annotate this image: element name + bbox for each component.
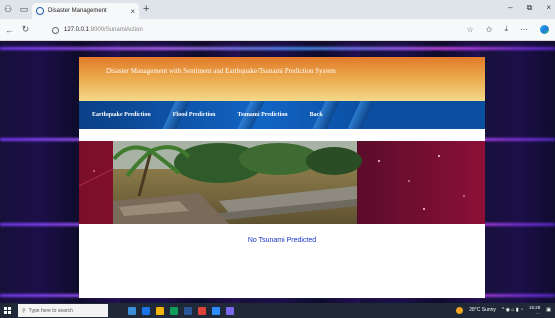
window-controls: – ⧉ × bbox=[508, 3, 551, 13]
url-path: :8000/SunamiAction bbox=[89, 27, 143, 33]
windows-icon bbox=[3, 307, 11, 314]
site-header: Disaster Management with Sentiment and E… bbox=[79, 57, 485, 101]
explorer-icon[interactable] bbox=[156, 306, 164, 315]
word-icon[interactable] bbox=[184, 306, 192, 315]
browser-tab[interactable]: Disaster Management × bbox=[32, 3, 139, 19]
main-container: Disaster Management with Sentiment and E… bbox=[79, 57, 485, 298]
clock-date: … bbox=[535, 310, 541, 315]
prediction-result: No Tsunami Predicted bbox=[247, 237, 317, 244]
globe-icon bbox=[36, 7, 44, 15]
minimize-button[interactable]: – bbox=[508, 3, 512, 13]
back-icon[interactable]: ← bbox=[3, 25, 16, 35]
maximize-button[interactable]: ⧉ bbox=[527, 3, 533, 13]
windows-taskbar: ⚲ Type here to search 28°C Sunny ^ ◉ ⌂ ▮… bbox=[0, 303, 555, 318]
chrome-icon[interactable] bbox=[198, 306, 206, 315]
store-icon[interactable] bbox=[170, 306, 178, 315]
tab-title: Disaster Management bbox=[48, 8, 107, 14]
menu-earthquake-prediction[interactable]: Earthquake Prediction bbox=[92, 112, 151, 118]
app-icon[interactable] bbox=[212, 306, 220, 315]
edge-icon[interactable] bbox=[540, 24, 549, 34]
background-glow bbox=[0, 47, 555, 50]
taskbar-apps bbox=[128, 306, 234, 315]
download-icon[interactable]: ⤓ bbox=[504, 24, 508, 34]
tab-actions-icon[interactable]: ▭ bbox=[16, 0, 32, 19]
new-tab-button[interactable]: + bbox=[143, 3, 149, 15]
site-title: Disaster Management with Sentiment and E… bbox=[106, 67, 336, 75]
menu-back[interactable]: Back bbox=[310, 112, 323, 118]
url-field[interactable]: 127.0.0.1:8000/SunamiAction bbox=[52, 24, 462, 36]
notifications-icon[interactable]: ▣ bbox=[546, 307, 551, 313]
edge-taskbar-icon[interactable] bbox=[142, 306, 150, 315]
favorites-icon[interactable]: ✩ bbox=[486, 25, 493, 34]
system-tray: 28°C Sunny ^ ◉ ⌂ ▮ ◔ 15:28 … ▣ bbox=[456, 305, 551, 315]
app-icon[interactable] bbox=[226, 306, 234, 315]
sun-icon bbox=[456, 306, 464, 314]
star-icon[interactable]: ☆ bbox=[467, 25, 474, 34]
nav-menu: Earthquake Prediction Flood Prediction T… bbox=[79, 101, 485, 129]
menu-flood-prediction[interactable]: Flood Prediction bbox=[173, 112, 216, 118]
weather-text[interactable]: 28°C Sunny bbox=[469, 307, 496, 313]
close-window-button[interactable]: × bbox=[546, 3, 551, 13]
menu-stripe bbox=[347, 101, 375, 129]
profile-icon[interactable]: ⚇ bbox=[0, 0, 16, 19]
refresh-icon[interactable]: ↻ bbox=[19, 24, 32, 35]
close-tab-icon[interactable]: × bbox=[130, 7, 135, 16]
taskview-icon[interactable] bbox=[128, 306, 136, 315]
search-icon: ⚲ bbox=[22, 307, 26, 314]
clock[interactable]: 15:28 … bbox=[529, 305, 540, 315]
more-icon[interactable]: ⋯ bbox=[520, 25, 528, 34]
url-host: 127.0.0.1 bbox=[64, 27, 90, 33]
disaster-banner-image bbox=[79, 141, 485, 224]
info-icon[interactable] bbox=[52, 26, 59, 34]
browser-tab-bar: ⚇ ▭ Disaster Management × + – ⧉ × bbox=[0, 0, 555, 19]
search-placeholder: Type here to search bbox=[28, 307, 73, 314]
address-bar: ← ↻ 127.0.0.1:8000/SunamiAction ☆ ✩ ⤓ ⋯ bbox=[0, 19, 555, 41]
start-button[interactable] bbox=[0, 303, 14, 318]
tray-icons[interactable]: ^ ◉ ⌂ ▮ ◔ bbox=[502, 307, 523, 313]
menu-tsunami-prediction[interactable]: Tsunami Prediction bbox=[237, 112, 287, 118]
page-background: Disaster Management with Sentiment and E… bbox=[0, 42, 555, 303]
taskbar-search[interactable]: ⚲ Type here to search bbox=[18, 304, 108, 317]
